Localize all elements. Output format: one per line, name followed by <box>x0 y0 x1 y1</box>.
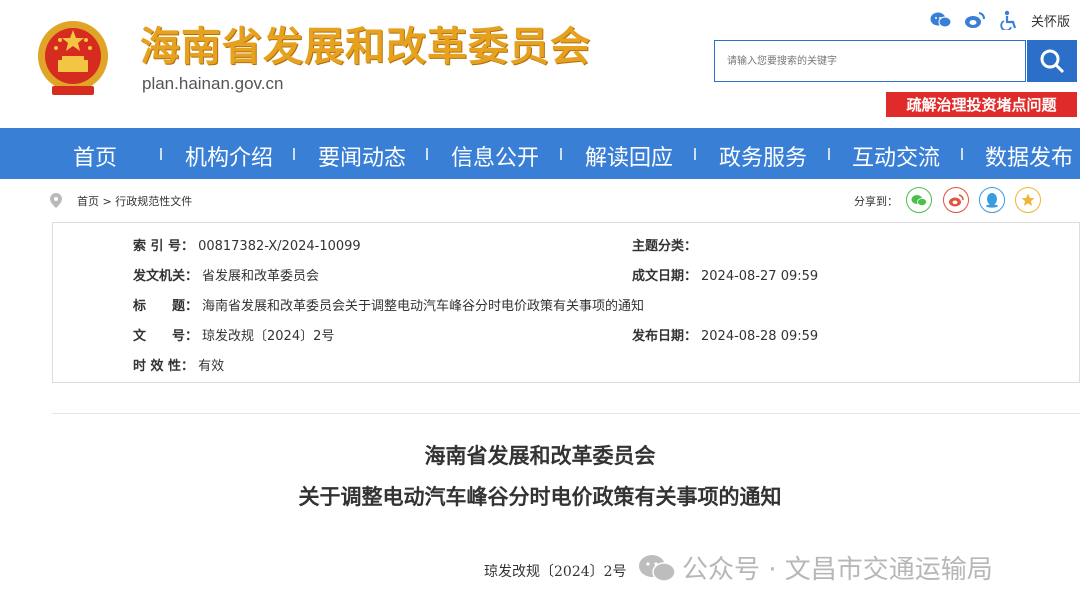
share-label: 分享到： <box>854 195 898 208</box>
meta-validity: 时 效 性： 有效 <box>133 359 225 374</box>
location-pin-icon <box>50 193 62 208</box>
meta-issuer: 发文机关： 省发展和改革委员会 <box>133 269 320 284</box>
search-input[interactable] <box>725 41 1019 81</box>
share-qq-button[interactable] <box>979 187 1005 213</box>
meta-topic: 主题分类： <box>632 239 698 254</box>
meta-written-date: 成文日期： 2024-08-27 09:59 <box>632 269 819 284</box>
promo-banner[interactable]: 疏解治理投资堵点问题 <box>886 92 1077 117</box>
nav-separator <box>560 148 562 160</box>
nav-item-disclosure[interactable]: 信息公开 <box>451 140 539 172</box>
nav-item-data[interactable]: 数据发布 <box>985 140 1073 172</box>
site-domain: plan.hainan.gov.cn <box>142 74 284 93</box>
search-field[interactable] <box>714 40 1026 82</box>
site-title[interactable]: 海南省发展和改革委员会 <box>140 14 591 72</box>
top-toolbar: 关怀版 <box>929 8 1070 32</box>
breadcrumb[interactable]: 首页 > 行政规范性文件 <box>77 193 192 209</box>
document-metadata-table: 索 引 号： 00817382-X/2024-10099 主题分类： 发文机关：省… <box>52 222 1080 383</box>
qq-icon <box>986 193 998 208</box>
share-qzone-button[interactable] <box>1015 187 1041 213</box>
search-icon <box>1040 49 1065 74</box>
search-button[interactable] <box>1027 40 1077 82</box>
national-emblem-icon <box>38 21 108 95</box>
nav-separator <box>961 148 963 160</box>
watermark-text: 公众号 · 文昌市交通运输局 <box>682 555 993 585</box>
nav-separator <box>160 148 162 160</box>
accessibility-icon[interactable] <box>997 9 1021 31</box>
breadcrumb-bar: 首页 > 行政规范性文件 分享到： <box>0 179 1080 221</box>
meta-published-date: 发布日期： 2024-08-28 09:59 <box>632 329 819 344</box>
meta-doc-number: 文 号： 琼发改规〔2024〕2号 <box>133 329 335 344</box>
wechat-official-icon <box>639 554 676 582</box>
wechat-icon[interactable] <box>929 9 953 31</box>
care-mode-link[interactable]: 关怀版 <box>1031 11 1070 30</box>
watermark: 公众号 · 文昌市交通运输局 <box>638 549 993 586</box>
wechat-icon <box>911 194 927 206</box>
weibo-icon[interactable] <box>963 9 987 31</box>
nav-separator <box>828 148 830 160</box>
meta-title: 标 题： 海南省发展和改革委员会关于调整电动汽车峰谷分时电价政策有关事项的通知 <box>133 299 645 314</box>
document-title-line1: 海南省发展和改革委员会 <box>424 443 656 468</box>
section-divider <box>52 413 1080 414</box>
nav-item-home[interactable]: 首页 <box>73 140 117 172</box>
nav-item-interpretation[interactable]: 解读回应 <box>585 140 673 172</box>
site-header: 海南省发展和改革委员会 plan.hainan.gov.cn 关怀版 疏解治理投… <box>0 0 1080 128</box>
nav-item-interaction[interactable]: 互动交流 <box>852 140 940 172</box>
main-nav: 首页 机构介绍 要闻动态 信息公开 解读回应 政务服务 互动交流 数据发布 <box>0 128 1080 179</box>
nav-item-about[interactable]: 机构介绍 <box>185 140 273 172</box>
weibo-icon <box>949 193 964 206</box>
nav-separator <box>293 148 295 160</box>
nav-item-news[interactable]: 要闻动态 <box>318 140 406 172</box>
meta-index-number: 索 引 号： 00817382-X/2024-10099 <box>133 239 361 254</box>
document-number: 琼发改规〔2024〕2号 <box>484 564 627 580</box>
qzone-star-icon <box>1021 193 1035 206</box>
document-title-line2: 关于调整电动汽车峰谷分时电价政策有关事项的通知 <box>298 484 782 509</box>
nav-item-services[interactable]: 政务服务 <box>719 140 807 172</box>
nav-separator <box>694 148 696 160</box>
nav-separator <box>426 148 428 160</box>
share-wechat-button[interactable] <box>906 187 932 213</box>
share-weibo-button[interactable] <box>943 187 969 213</box>
